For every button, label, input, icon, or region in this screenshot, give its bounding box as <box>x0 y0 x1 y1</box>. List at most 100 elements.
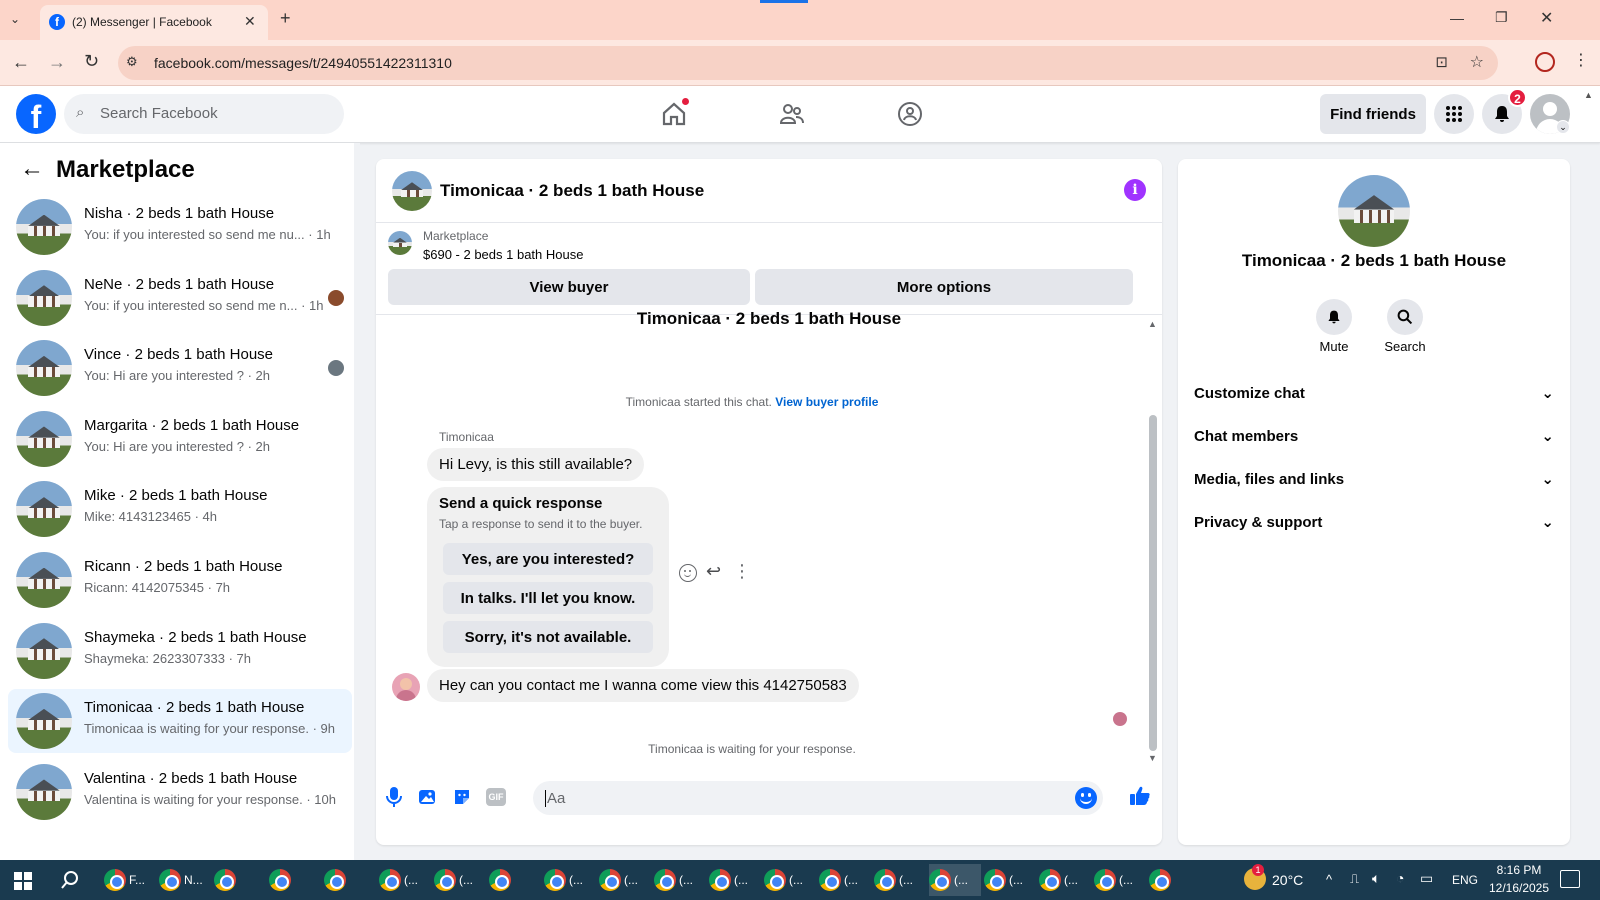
taskbar-chrome-window[interactable]: (... <box>764 864 816 896</box>
taskbar-chrome-window[interactable] <box>214 864 266 896</box>
groups-icon[interactable] <box>896 100 924 128</box>
new-tab-icon[interactable]: + <box>280 8 291 29</box>
taskbar-chrome-window[interactable]: (... <box>599 864 651 896</box>
taskbar-chrome-window[interactable]: (... <box>874 864 926 896</box>
sender-avatar[interactable] <box>392 673 420 701</box>
taskbar-chrome-window[interactable]: (... <box>434 864 486 896</box>
taskbar-chrome-window[interactable]: N... <box>159 864 211 896</box>
page-scrollbar[interactable]: ▲ <box>1584 90 1593 850</box>
taskbar-chrome-window[interactable] <box>324 864 376 896</box>
weather-icon[interactable]: 1 <box>1244 864 1266 890</box>
quick-response-in-talks[interactable]: In talks. I'll let you know. <box>443 582 653 614</box>
taskbar-chrome-window[interactable]: (... <box>709 864 761 896</box>
reload-icon[interactable]: ↻ <box>84 51 99 72</box>
search-input[interactable]: Search Facebook <box>100 105 218 122</box>
taskbar-chrome-window[interactable]: F... <box>104 864 156 896</box>
emoji-icon[interactable] <box>1075 787 1097 809</box>
quick-response-not-available[interactable]: Sorry, it's not available. <box>443 621 653 653</box>
menu-grid-icon[interactable] <box>1434 94 1474 134</box>
profile-icon[interactable] <box>1535 52 1555 72</box>
windows-start-icon[interactable] <box>14 872 32 890</box>
chat-members-row[interactable]: Chat members ⌄ <box>1194 418 1554 454</box>
browser-menu-icon[interactable]: ⋮ <box>1573 50 1589 70</box>
tab-list-icon[interactable]: ⌄ <box>10 12 30 28</box>
microphone-icon[interactable] <box>384 785 404 809</box>
conversation-item[interactable]: NeNe · 2 beds 1 bath House You: if you in… <box>8 266 352 330</box>
back-icon[interactable]: ← <box>12 52 30 73</box>
bookmark-star-icon[interactable]: ☆ <box>1470 52 1484 72</box>
sticker-icon[interactable] <box>452 787 472 807</box>
language-indicator[interactable]: ENG <box>1452 873 1478 887</box>
view-buyer-button[interactable]: View buyer <box>388 269 750 305</box>
find-friends-button[interactable]: Find friends <box>1320 94 1426 134</box>
conversation-info-icon[interactable]: i <box>1124 179 1146 201</box>
sidebar-scrollbar[interactable] <box>354 143 360 860</box>
conversation-item[interactable]: Mike · 2 beds 1 bath House Mike: 41431234… <box>8 477 352 541</box>
incoming-message-2[interactable]: Hey can you contact me I wanna come view… <box>427 669 859 702</box>
site-info-icon[interactable]: ⚙ <box>126 54 138 70</box>
customize-chat-row[interactable]: Customize chat ⌄ <box>1194 375 1554 411</box>
search-conversation-icon[interactable] <box>1387 299 1423 335</box>
wifi-icon[interactable]: ◔ <box>1396 870 1404 886</box>
conversation-item[interactable]: Valentina · 2 beds 1 bath House Valentina… <box>8 760 352 824</box>
mute-label[interactable]: Mute <box>1298 339 1370 354</box>
conversation-item[interactable]: Margarita · 2 beds 1 bath House You: Hi a… <box>8 407 352 471</box>
back-arrow-icon[interactable]: ← <box>20 155 44 183</box>
browser-tab[interactable]: f (2) Messenger | Facebook ✕ <box>40 5 268 40</box>
taskbar-chrome-window[interactable] <box>1149 864 1201 896</box>
taskbar-chrome-window[interactable]: (... <box>984 864 1036 896</box>
tray-chevron-icon[interactable]: ^ <box>1326 872 1332 887</box>
network-icon[interactable]: ⎍ <box>1350 871 1359 887</box>
media-files-links-row[interactable]: Media, files and links ⌄ <box>1194 461 1554 497</box>
taskbar-chrome-window[interactable]: (... <box>1039 864 1091 896</box>
account-chevron-icon[interactable]: ⌄ <box>1556 120 1570 134</box>
taskbar-chrome-window[interactable]: (... <box>379 864 431 896</box>
incoming-message[interactable]: Hi Levy, is this still available? <box>427 448 645 481</box>
facebook-search[interactable]: ⌕ Search Facebook <box>64 94 344 134</box>
reply-icon[interactable]: ↩ <box>706 561 721 582</box>
url-text[interactable]: facebook.com/messages/t/2494055142231131… <box>154 55 452 71</box>
message-composer[interactable]: Aa <box>533 781 1103 815</box>
weather-temp[interactable]: 20°C <box>1272 872 1303 888</box>
battery-icon[interactable]: ▭ <box>1420 870 1433 887</box>
clock-date[interactable]: 12/16/2025 <box>1484 881 1554 895</box>
chat-title[interactable]: Timonicaa · 2 beds 1 bath House <box>440 181 704 201</box>
chat-avatar[interactable] <box>392 171 432 211</box>
clock-time[interactable]: 8:16 PM <box>1484 863 1554 877</box>
home-icon[interactable] <box>660 98 689 128</box>
search-label[interactable]: Search <box>1369 339 1441 354</box>
scroll-up-icon[interactable]: ▲ <box>1148 319 1157 329</box>
taskbar-chrome-window[interactable]: (... <box>544 864 596 896</box>
conversation-item[interactable]: Ricann · 2 beds 1 bath House Ricann: 4142… <box>8 548 352 612</box>
taskbar-search-icon[interactable] <box>60 870 80 890</box>
mute-bell-icon[interactable] <box>1316 299 1352 335</box>
privacy-support-row[interactable]: Privacy & support ⌄ <box>1194 504 1554 540</box>
close-window-icon[interactable]: ✕ <box>1540 8 1553 28</box>
address-bar[interactable]: ⚙ facebook.com/messages/t/24940551422311… <box>118 46 1498 80</box>
like-thumb-icon[interactable] <box>1128 784 1152 808</box>
volume-icon[interactable]: 🔈︎ <box>1372 870 1380 887</box>
taskbar-chrome-window[interactable]: (... <box>1094 864 1146 896</box>
taskbar-chrome-window[interactable] <box>489 864 541 896</box>
chat-scrollbar[interactable] <box>1149 415 1157 751</box>
message-input[interactable]: Aa <box>547 790 565 807</box>
quick-response-yes[interactable]: Yes, are you interested? <box>443 543 653 575</box>
forward-icon[interactable]: → <box>48 52 66 73</box>
conversation-item[interactable]: Vince · 2 beds 1 bath House You: Hi are y… <box>8 336 352 400</box>
conversation-item[interactable]: Shaymeka · 2 beds 1 bath House Shaymeka: … <box>8 619 352 683</box>
react-emoji-icon[interactable] <box>679 564 697 582</box>
info-avatar[interactable] <box>1338 175 1410 247</box>
restore-icon[interactable]: ❐ <box>1495 9 1508 26</box>
notification-center-icon[interactable] <box>1560 870 1580 888</box>
more-options-button[interactable]: More options <box>755 269 1133 305</box>
gif-icon[interactable]: GIF <box>486 788 506 806</box>
taskbar-chrome-window[interactable]: (... <box>819 864 871 896</box>
scroll-down-icon[interactable]: ▼ <box>1148 753 1157 763</box>
conversation-item[interactable]: Nisha · 2 beds 1 bath House You: if you i… <box>8 195 352 259</box>
more-actions-icon[interactable]: ⋮ <box>733 561 751 582</box>
conversation-item[interactable]: Timonicaa · 2 beds 1 bath House Timonicaa… <box>8 689 352 754</box>
taskbar-chrome-window[interactable]: (... <box>929 864 981 896</box>
friends-icon[interactable] <box>778 100 806 128</box>
install-app-icon[interactable]: ⊡ <box>1435 53 1448 71</box>
facebook-logo-icon[interactable]: f <box>16 94 56 135</box>
